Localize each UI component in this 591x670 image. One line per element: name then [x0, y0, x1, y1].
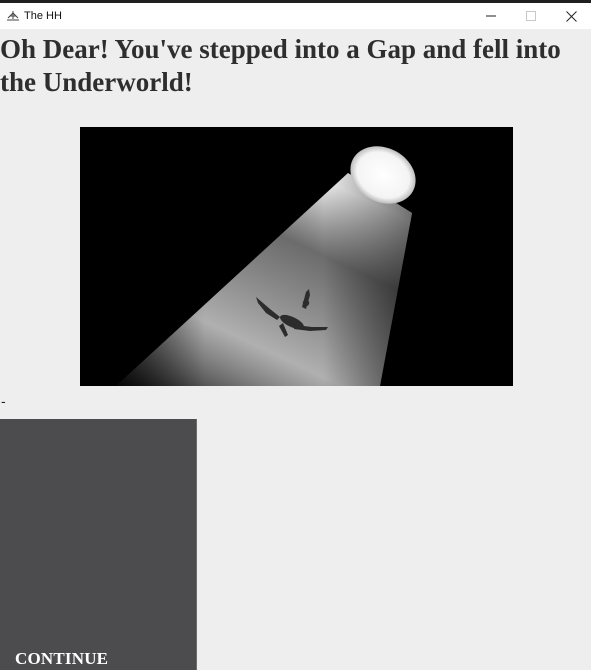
app-window: The HH Oh Dear! You've stepped into a Ga… [0, 0, 591, 670]
app-logo-icon [6, 10, 20, 22]
maximize-icon [526, 11, 536, 21]
maximize-button[interactable] [511, 3, 551, 29]
title-bar[interactable]: The HH [0, 3, 591, 29]
continue-button[interactable]: CONTINUE [0, 419, 197, 670]
falling-figure-spotlight-image [80, 127, 513, 386]
separator-text: - [1, 393, 6, 409]
window-controls [471, 3, 591, 29]
close-button[interactable] [551, 3, 591, 29]
continue-button-label: CONTINUE [15, 649, 109, 668]
minimize-button[interactable] [471, 3, 511, 29]
minimize-icon [486, 15, 496, 17]
window-title: The HH [24, 10, 62, 22]
close-icon [565, 10, 577, 22]
page-title: Oh Dear! You've stepped into a Gap and f… [0, 34, 561, 97]
